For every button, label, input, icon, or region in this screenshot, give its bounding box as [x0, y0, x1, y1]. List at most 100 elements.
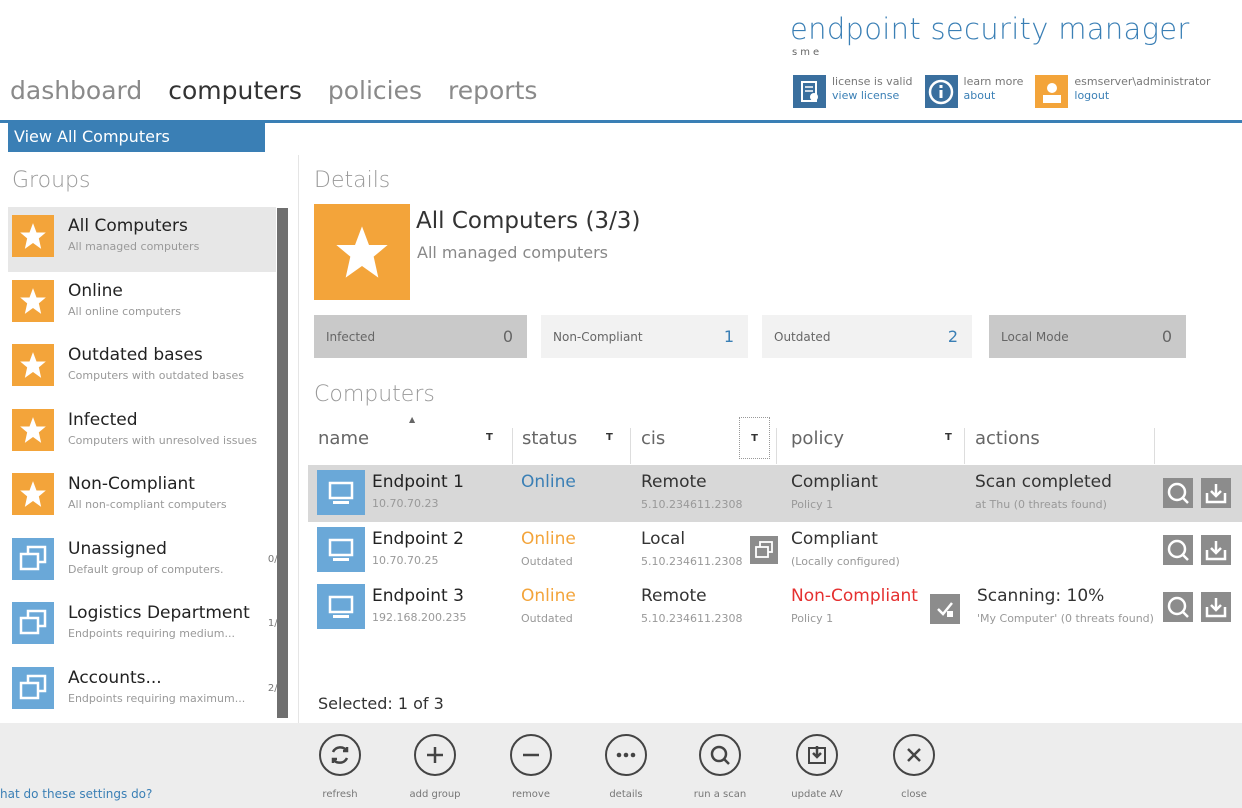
- minus-icon: [510, 734, 552, 776]
- group-desc: Endpoints requiring medium...: [68, 627, 235, 640]
- star-icon: [12, 215, 54, 257]
- stat-outdated[interactable]: Outdated 2: [762, 315, 972, 358]
- endpoint-ip: 10.70.70.23: [372, 497, 439, 510]
- groups-scrollbar[interactable]: [277, 208, 288, 718]
- endpoint-cis: Local: [641, 529, 686, 549]
- group-unassigned[interactable]: Unassigned Default group of computers. 0/…: [8, 530, 284, 595]
- groups-list: All Computers All managed computers Onlin…: [8, 207, 284, 724]
- stat-infected[interactable]: Infected 0: [314, 315, 527, 358]
- windows-group-icon: [12, 666, 54, 709]
- scan-icon[interactable]: [1163, 478, 1193, 508]
- stat-value: 1: [723, 327, 734, 346]
- stat-label: Infected: [326, 329, 376, 344]
- stat-local-mode[interactable]: Local Mode 0: [989, 315, 1186, 358]
- group-title: All Computers (3/3): [416, 208, 641, 234]
- table-row[interactable]: Endpoint 1 10.70.70.23 Online Remote 5.1…: [308, 465, 1242, 522]
- username: esmserver\administrator: [1074, 75, 1211, 88]
- close-button[interactable]: close: [884, 734, 944, 800]
- computers-heading: Computers: [314, 382, 435, 407]
- update-av-button[interactable]: update AV: [787, 734, 847, 800]
- details-button[interactable]: details: [596, 734, 656, 800]
- run-scan-button[interactable]: run a scan: [690, 734, 750, 800]
- group-infected[interactable]: Infected Computers with unresolved issues: [8, 401, 276, 466]
- user-item: esmserver\administrator logout: [1035, 75, 1211, 108]
- group-logistics[interactable]: Logistics Department Endpoints requiring …: [8, 594, 284, 659]
- column-separator: [512, 428, 513, 464]
- col-cis-header[interactable]: cis: [641, 428, 665, 449]
- group-all-computers[interactable]: All Computers All managed computers: [8, 207, 276, 272]
- endpoint-action-detail: at Thu (0 threats found): [975, 498, 1107, 511]
- add-group-button[interactable]: add group: [405, 734, 465, 800]
- nav-policies[interactable]: policies: [328, 76, 422, 105]
- panel-divider: [298, 155, 299, 723]
- filter-policy-icon[interactable]: T: [945, 432, 952, 443]
- col-status-header[interactable]: status: [522, 428, 577, 449]
- logout-link[interactable]: logout: [1074, 89, 1210, 103]
- group-accounts[interactable]: Accounts... Endpoints requiring maximum..…: [8, 659, 284, 724]
- group-non-compliant[interactable]: Non-Compliant All non-compliant computers: [8, 465, 276, 530]
- sort-ascending-icon: ▲: [409, 415, 416, 424]
- remove-button[interactable]: remove: [501, 734, 561, 800]
- user-icon: [1035, 75, 1069, 108]
- table-row[interactable]: Endpoint 2 10.70.70.25 Online Outdated L…: [308, 522, 1242, 579]
- group-name: Online: [68, 280, 123, 301]
- endpoint-cis-version: 5.10.234611.2308: [641, 555, 743, 568]
- add-group-label: add group: [409, 789, 461, 800]
- column-separator: [1154, 428, 1155, 464]
- nav-dashboard[interactable]: dashboard: [10, 76, 142, 105]
- filter-name-icon[interactable]: T: [486, 432, 493, 443]
- nav-computers[interactable]: computers: [168, 76, 302, 105]
- local-mode-icon: [750, 536, 778, 564]
- endpoint-name: Endpoint 2: [372, 529, 464, 549]
- filter-status-icon[interactable]: T: [606, 432, 613, 443]
- filter-cis-icon[interactable]: T: [739, 417, 770, 459]
- group-description: All managed computers: [417, 243, 608, 262]
- groups-heading: Groups: [12, 168, 91, 193]
- col-policy-header[interactable]: policy: [791, 428, 844, 449]
- group-desc: Endpoints requiring maximum...: [68, 691, 246, 705]
- stat-value: 0: [1161, 327, 1172, 346]
- endpoint-policy-name: (Locally configured): [791, 555, 900, 568]
- endpoint-name: Endpoint 1: [372, 472, 464, 492]
- group-desc: All non-compliant computers: [68, 498, 227, 511]
- scan-icon[interactable]: [1163, 592, 1193, 622]
- main-nav: dashboard computers policies reports: [10, 76, 537, 105]
- download-icon: [796, 734, 838, 776]
- stat-value: 0: [502, 327, 513, 346]
- license-icon: [793, 75, 826, 108]
- download-icon[interactable]: [1201, 478, 1231, 508]
- table-row[interactable]: Endpoint 3 192.168.200.235 Online Outdat…: [308, 579, 1242, 636]
- stat-non-compliant[interactable]: Non-Compliant 1: [541, 315, 748, 358]
- view-all-computers-tab[interactable]: View All Computers: [8, 123, 265, 152]
- col-name-header[interactable]: name: [318, 428, 369, 449]
- download-icon[interactable]: [1201, 592, 1231, 622]
- endpoint-cis-version: 5.10.234611.2308: [641, 498, 743, 511]
- endpoint-ip: 10.70.70.25: [372, 554, 439, 567]
- refresh-button[interactable]: refresh: [310, 734, 370, 800]
- more-icon: [605, 734, 647, 776]
- about-link[interactable]: about: [964, 89, 1024, 103]
- license-status: license is valid: [832, 75, 913, 88]
- group-name: Infected: [68, 409, 138, 430]
- refresh-label: refresh: [322, 789, 358, 800]
- download-icon[interactable]: [1201, 535, 1231, 565]
- endpoint-status-detail: Outdated: [521, 612, 573, 625]
- group-online[interactable]: Online All online computers: [8, 272, 276, 337]
- computer-icon: [317, 584, 365, 629]
- help-link[interactable]: hat do these settings do?: [0, 787, 152, 801]
- group-outdated-bases[interactable]: Outdated bases Computers with outdated ba…: [8, 336, 276, 401]
- group-desc: Computers with unresolved issues: [68, 433, 257, 447]
- stat-label: Non-Compliant: [553, 329, 643, 344]
- endpoint-policy-name: Policy 1: [791, 498, 834, 511]
- info-icon: [924, 75, 958, 108]
- group-name: Accounts...: [68, 667, 162, 688]
- column-separator: [776, 428, 777, 464]
- endpoint-cis-version: 5.10.234611.2308: [641, 612, 743, 625]
- endpoint-policy: Compliant: [791, 472, 878, 492]
- scan-icon[interactable]: [1163, 535, 1193, 565]
- view-license-link[interactable]: view license: [832, 89, 913, 103]
- star-icon: [12, 279, 54, 322]
- stat-label: Outdated: [774, 329, 831, 344]
- nav-reports[interactable]: reports: [448, 76, 537, 105]
- windows-group-icon: [12, 602, 54, 644]
